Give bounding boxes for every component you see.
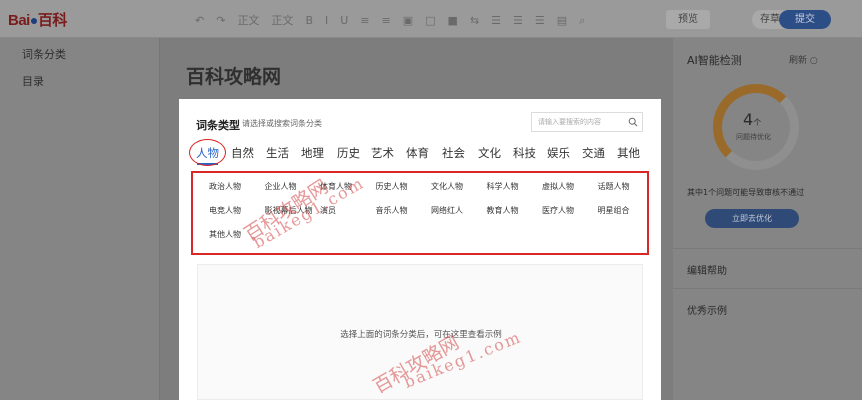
toolbar-item[interactable]: ☰ [535, 14, 545, 27]
subcategory-item[interactable]: 话题人物 [598, 181, 630, 192]
toolbar-item[interactable]: ☰ [491, 14, 501, 27]
toolbar-item[interactable]: ↷ [216, 14, 225, 27]
toolbar-item[interactable]: ▤ [557, 14, 567, 27]
sidebar-item-toc[interactable]: 目录 [22, 73, 44, 89]
refresh-button[interactable]: 刷新 ○ [789, 53, 818, 66]
category-tab[interactable]: 历史 [337, 145, 360, 161]
issue-subtitle: 问题待优化 [736, 133, 771, 141]
toolbar-item[interactable]: ■ [448, 14, 458, 27]
editor-toolbar: ↶ ↷ 正文 正文 B I U ≡ ≡ ▣ □ ■ ⇆ ☰ ☰ ☰ ▤ ⌕ [195, 12, 597, 28]
paw-icon: ● [29, 12, 38, 28]
subcategory-panel: 政治人物 企业人物 体育人物 历史人物 文化人物 科学人物 虚拟人物 话题人物电竞人物 影视幕后… [191, 171, 649, 255]
subcategory-item[interactable]: 虚拟人物 [542, 181, 574, 192]
baidu-baike-logo[interactable]: Bai●百科 [8, 9, 67, 30]
toolbar-item[interactable]: 正文 [237, 14, 259, 27]
modal-subtitle: 请选择或搜索词条分类 [242, 119, 322, 128]
subcategory-item[interactable]: 音乐人物 [376, 205, 408, 216]
category-tab[interactable]: 社会 [442, 145, 465, 161]
category-tab[interactable]: 生活 [266, 145, 289, 161]
toolbar-item[interactable]: U [340, 14, 348, 27]
toolbar-item[interactable]: ≡ [382, 14, 391, 27]
toolbar-item[interactable]: ↶ [195, 14, 204, 27]
top-bar: Bai●百科 ↶ ↷ 正文 正文 B I U ≡ ≡ ▣ □ ■ ⇆ ☰ ☰ ☰ ▤ ⌕ 预览 存草稿 提交 [0, 0, 862, 38]
sidebar-item-category[interactable]: 词条分类 [22, 46, 66, 62]
category-tab[interactable]: 娱乐 [547, 145, 570, 161]
issue-count: 4个 [743, 110, 762, 129]
category-tab[interactable]: 其他 [617, 145, 640, 161]
example-preview-area: 选择上面的词条分类后，可在这里查看示例 [197, 264, 643, 400]
category-tab[interactable]: 自然 [231, 145, 254, 161]
optimize-button[interactable]: 立即去优化 [705, 209, 799, 228]
logo-suffix: 百科 [37, 12, 68, 29]
subcategory-item[interactable]: 网络红人 [431, 205, 463, 216]
toolbar-item[interactable]: ⌕ [579, 14, 585, 27]
toolbar-item[interactable]: B [305, 14, 313, 27]
issue-note: 其中1个问题可能导致审核不通过 [687, 188, 805, 197]
subcategory-item[interactable]: 文化人物 [431, 181, 463, 192]
subcategory-item[interactable]: 科学人物 [487, 181, 519, 192]
good-examples-link[interactable]: 优秀示例 [687, 302, 727, 317]
category-tab[interactable]: 艺术 [371, 145, 394, 161]
entry-type-modal: 词条类型 请选择或搜索词条分类 人物自然生活地理历史艺术体育社会文化科技娱乐交通… [179, 99, 661, 400]
subcategory-item[interactable]: 影视幕后人物 [265, 205, 313, 216]
submit-button[interactable]: 提交 [779, 10, 831, 29]
toolbar-item[interactable]: ⇆ [470, 14, 479, 27]
subcategory-item[interactable]: 其他人物 [209, 229, 241, 240]
ai-check-title: AI智能检测 [687, 54, 742, 67]
toolbar-item[interactable]: I [325, 14, 328, 27]
subcategory-item[interactable]: 历史人物 [376, 181, 408, 192]
category-tab[interactable]: 文化 [478, 145, 501, 161]
logo-prefix: Bai [8, 12, 30, 29]
page-title[interactable]: 百科攻略网 [186, 62, 281, 89]
active-tab-highlight-circle [189, 139, 226, 166]
toolbar-item[interactable]: ▣ [403, 14, 413, 27]
subcategory-item[interactable]: 企业人物 [265, 181, 297, 192]
category-tab[interactable]: 交通 [582, 145, 605, 161]
subcategory-item[interactable]: 政治人物 [209, 181, 241, 192]
search-input[interactable] [532, 113, 622, 131]
edit-help-link[interactable]: 编辑帮助 [687, 262, 727, 277]
toolbar-item[interactable]: ☰ [513, 14, 523, 27]
right-panel: AI智能检测 刷新 ○ 4个 问题待优化 其中1个问题可能导致审核不通过 立即去… [673, 38, 862, 400]
left-sidebar: 词条分类 目录 [0, 38, 160, 400]
subcategory-item[interactable]: 演员 [320, 205, 336, 216]
category-tab[interactable]: 科技 [513, 145, 536, 161]
preview-button[interactable]: 预览 [666, 10, 710, 29]
subcategory-item[interactable]: 医疗人物 [542, 205, 574, 216]
divider [673, 288, 862, 289]
category-search [531, 112, 643, 132]
toolbar-item[interactable]: 正文 [271, 14, 293, 27]
category-tab[interactable]: 地理 [301, 145, 324, 161]
example-hint: 选择上面的词条分类后，可在这里查看示例 [340, 330, 502, 340]
toolbar-item[interactable]: ≡ [360, 14, 369, 27]
category-tab[interactable]: 体育 [406, 145, 429, 161]
subcategory-item[interactable]: 教育人物 [487, 205, 519, 216]
divider [673, 248, 862, 249]
search-icon[interactable] [628, 117, 638, 127]
subcategory-item[interactable]: 体育人物 [320, 181, 352, 192]
toolbar-item[interactable]: □ [425, 14, 435, 27]
modal-title: 词条类型 [196, 119, 240, 132]
subcategory-item[interactable]: 明星组合 [598, 205, 630, 216]
subcategory-item[interactable]: 电竞人物 [209, 205, 241, 216]
